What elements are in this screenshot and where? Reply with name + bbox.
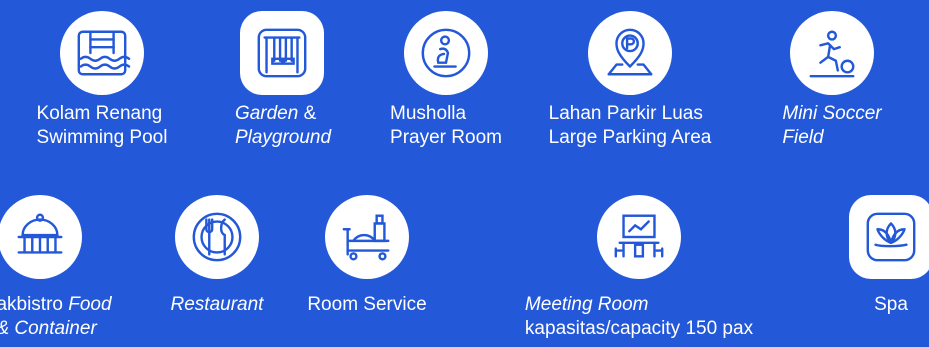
soccer-label: Mini Soccer Field bbox=[782, 103, 882, 148]
swing-playground-icon bbox=[240, 11, 324, 95]
spa-label: Spa bbox=[874, 294, 908, 315]
soccer-player-icon bbox=[790, 11, 874, 95]
lotus-icon bbox=[849, 195, 929, 279]
meeting-presentation-icon bbox=[597, 195, 681, 279]
restaurant-label: Restaurant bbox=[170, 294, 264, 315]
roomservice-label: Room Service bbox=[307, 294, 427, 315]
prayer-person-icon bbox=[404, 11, 488, 95]
food-cloche-icon bbox=[0, 195, 82, 279]
swimming-pool-icon bbox=[60, 11, 144, 95]
meeting-label: Meeting Room kapasitas/capacity 150 pax bbox=[524, 294, 754, 339]
foodcontainer-label: akbistro Food & Container bbox=[0, 294, 112, 339]
parking-pin-icon bbox=[588, 11, 672, 95]
room-service-cart-icon bbox=[325, 195, 409, 279]
parking-label: Lahan Parkir Luas Large Parking Area bbox=[548, 103, 712, 148]
musholla-label: Musholla Prayer Room bbox=[390, 103, 502, 148]
plate-utensils-icon bbox=[175, 195, 259, 279]
pool-label: Kolam Renang Swimming Pool bbox=[36, 103, 168, 148]
garden-label: Garden & Playground bbox=[234, 103, 332, 148]
